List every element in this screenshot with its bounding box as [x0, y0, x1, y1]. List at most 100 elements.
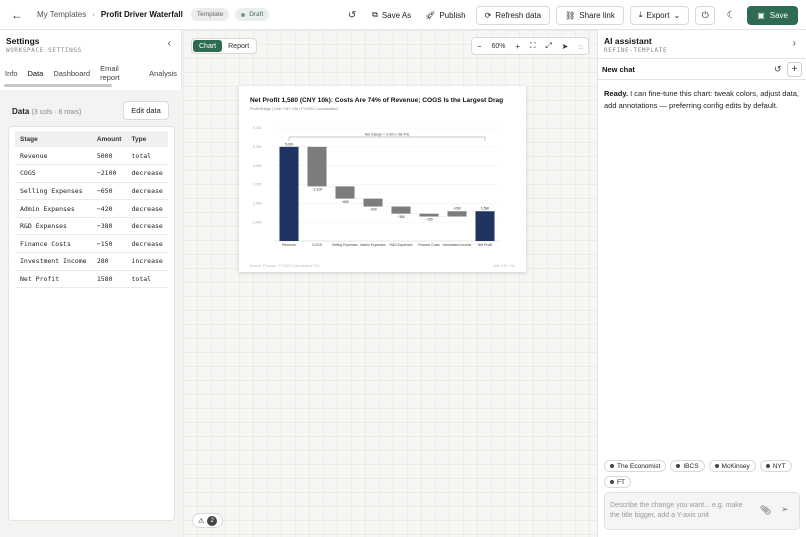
export-button[interactable]: ⤓ Export ⌄ [629, 5, 690, 25]
data-table-card: Stage Amount Type Revenue 5000 total COGS −… [8, 126, 175, 521]
view-report-button[interactable]: Report [222, 40, 255, 52]
x-tick-label: Finance Costs [418, 243, 440, 247]
table-row[interactable]: COGS −2100 decrease [15, 164, 168, 183]
breadcrumb-my-templates[interactable]: My Templates [37, 10, 86, 19]
template-badge: Template [190, 8, 230, 21]
send-icon[interactable]: ➢ [781, 504, 789, 515]
tab-data[interactable]: Data [23, 64, 49, 82]
waterfall-bar[interactable] [475, 211, 495, 241]
settings-header: Settings WORKSPACE SETTINGS [6, 36, 82, 54]
cell-stage: Net Profit [15, 270, 92, 289]
cell-type: total [126, 147, 168, 166]
top-bar: ← My Templates › Profit Driver Waterfall… [0, 0, 806, 30]
new-chat-button[interactable]: + [787, 62, 802, 77]
cell-stage: Investment Income [15, 252, 92, 271]
preset-chip[interactable]: FT [604, 476, 631, 488]
collapse-panel-icon[interactable]: ‹ [168, 38, 171, 49]
ai-title: AI assistant [604, 36, 652, 46]
copy-icon: ⧉ [372, 10, 378, 19]
edit-data-button[interactable]: Edit data [123, 101, 169, 120]
chart-card[interactable]: Net Profit 1,580 (CNY 10k): Costs Are 74… [239, 86, 526, 272]
x-tick-label: Net Profit [478, 243, 492, 247]
tab-dashboard[interactable]: Dashboard [48, 64, 95, 82]
settings-tabs: Info Data Dashboard Email report Analysi… [0, 64, 182, 82]
column-header-type: Type [126, 131, 168, 147]
column-header-amount: Amount [91, 131, 127, 147]
ai-assistant-panel: AI assistant REFINE-TEMPLATE › New chat … [597, 30, 806, 537]
save-label: Save [769, 10, 788, 20]
refresh-data-label: Refresh data [495, 10, 542, 20]
save-as-button[interactable]: ⧉ Save As [368, 5, 415, 25]
message-text: I can fine-tune this chart: tweak colors… [604, 89, 799, 110]
chip-dot [765, 464, 770, 468]
cell-amount: −2100 [91, 164, 127, 183]
annotation-bracket [288, 136, 486, 141]
cell-amount: −650 [91, 182, 127, 201]
ai-subtitle: REFINE-TEMPLATE [604, 47, 668, 54]
waterfall-bar[interactable] [447, 211, 467, 217]
attach-icon[interactable]: 📎︎ [760, 505, 771, 516]
preset-chip[interactable]: IBCS [670, 460, 705, 472]
zoom-in-icon[interactable]: + [515, 42, 520, 51]
link-icon: ⛓ [565, 10, 576, 20]
preset-chip[interactable]: NYT [759, 460, 792, 472]
x-tick-label: Investment Income [443, 243, 472, 247]
camera-icon[interactable]: ⌂ [578, 42, 583, 51]
expand-icon[interactable]: ⤢ [545, 41, 551, 51]
history-icon[interactable]: ↺ [774, 64, 782, 75]
preset-chip[interactable]: McKinsey [708, 460, 756, 472]
waterfall-bar[interactable] [307, 146, 327, 187]
data-label: −2,100 [312, 188, 323, 192]
waterfall-bar[interactable] [363, 198, 383, 207]
publish-button[interactable]: 🚀︎ Publish [421, 5, 469, 25]
waterfall-bar[interactable] [419, 213, 439, 217]
view-toggle: Chart Report [191, 38, 258, 54]
x-tick-label: Admin Expenses [360, 243, 386, 247]
download-icon: ⤓ [638, 10, 643, 19]
table-row[interactable]: Revenue 5000 total [15, 147, 168, 166]
column-header-stage: Stage [15, 131, 92, 147]
table-row[interactable]: Net Profit 1580 total [15, 270, 168, 289]
plugin-button[interactable]: ⏻ [695, 5, 716, 25]
waterfall-bar[interactable] [335, 186, 355, 199]
expand-panel-icon[interactable]: › [793, 38, 796, 49]
cell-amount: 280 [91, 252, 127, 271]
fit-screen-icon[interactable]: ⛶ [530, 41, 536, 51]
tab-email-report[interactable]: Email report [95, 64, 144, 82]
tab-info[interactable]: Info [0, 64, 23, 82]
view-chart-button[interactable]: Chart [193, 40, 223, 52]
waterfall-bar[interactable] [279, 146, 299, 241]
x-tick-label: Selling Expenses [332, 243, 358, 247]
save-button[interactable]: ▣ Save [747, 5, 798, 25]
tabs-scrollbar[interactable] [4, 84, 112, 87]
share-link-button[interactable]: ⛓ Share link [556, 5, 624, 25]
data-heading: Data (3 cols · 8 rows) [12, 107, 81, 116]
dark-mode-icon[interactable]: ☾ [721, 6, 741, 25]
table-row[interactable]: Selling Expenses −650 decrease [15, 182, 168, 201]
refresh-data-button[interactable]: ⟳ Refresh data [475, 5, 551, 25]
chart-bars: 5,000 Revenue −2,100 COGS −650 Selling Expens… [279, 142, 495, 247]
undo-icon[interactable]: ↺ [342, 6, 362, 25]
settings-panel: Settings WORKSPACE SETTINGS ‹ Info Data … [0, 30, 182, 537]
assistant-message: Ready. I can fine-tune this chart: tweak… [604, 88, 800, 111]
table-row[interactable]: Investment Income 280 increase [15, 252, 168, 271]
cell-stage: Revenue [15, 147, 92, 166]
prompt-input[interactable]: Describe the change you want... e.g. mak… [604, 492, 800, 530]
table-row[interactable]: Finance Costs −150 decrease [15, 234, 168, 254]
style-presets: The Economist IBCS McKinsey NYT FT [604, 460, 804, 488]
table-row[interactable]: R&D Expenses −380 decrease [15, 217, 168, 236]
waterfall-bar[interactable] [391, 206, 411, 214]
share-link-label: Share link [579, 10, 615, 20]
warnings-badge[interactable]: ⚠ 2 [192, 513, 224, 528]
back-arrow-icon[interactable]: ← [9, 8, 25, 22]
chip-label: IBCS [683, 462, 699, 470]
preset-chip[interactable]: The Economist [604, 460, 667, 472]
y-tick-label: 6,000 [253, 126, 262, 130]
table-header-row: Stage Amount Type [15, 131, 168, 147]
ai-header: AI assistant REFINE-TEMPLATE [604, 36, 667, 54]
zoom-out-icon[interactable]: − [477, 42, 482, 51]
table-row[interactable]: Admin Expenses −420 decrease [15, 199, 168, 218]
pointer-icon[interactable]: ➤ [562, 42, 569, 51]
tab-analysis[interactable]: Analysis [144, 64, 182, 82]
data-label: −420 [369, 208, 377, 212]
